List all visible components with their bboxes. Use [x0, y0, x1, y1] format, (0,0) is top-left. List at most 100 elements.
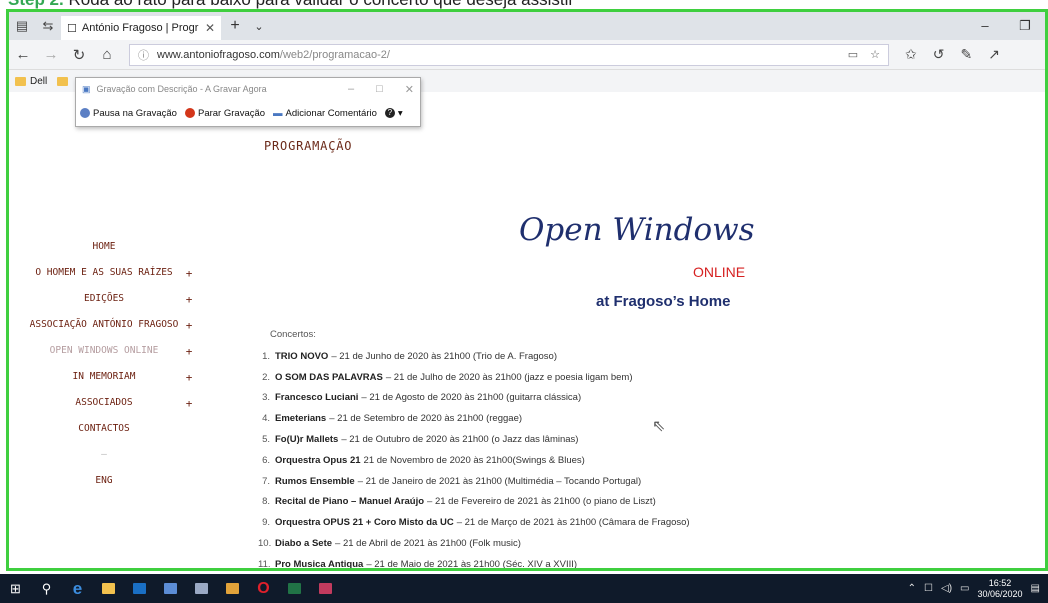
- concert-name[interactable]: Rumos Ensemble: [275, 476, 355, 487]
- expand-plus-icon[interactable]: +: [179, 293, 199, 306]
- fragoso-home-label: at Fragoso’s Home: [596, 293, 731, 310]
- concert-item[interactable]: 10. Diabo a Sete – 21 de Abril de 2021 às …: [258, 533, 758, 554]
- menu-item[interactable]: –: [29, 442, 209, 468]
- concert-item[interactable]: 7. Rumos Ensemble – 21 de Janeiro de 2021 …: [258, 471, 758, 492]
- concert-name[interactable]: Orquestra OPUS 21 + Coro Misto da UC: [275, 517, 454, 528]
- concert-number: 4.: [262, 413, 270, 425]
- add-comment-button[interactable]: ▬ Adicionar Comentário: [273, 108, 377, 119]
- concert-name[interactable]: Fo(U)r Mallets: [275, 434, 338, 445]
- network-icon[interactable]: ☐: [924, 583, 933, 594]
- menu-item-label: OPEN WINDOWS ONLINE: [49, 345, 159, 356]
- action-center-icon[interactable]: ▤: [1031, 583, 1040, 594]
- menu-item[interactable]: OPEN WINDOWS ONLINE +: [29, 338, 209, 364]
- menu-item-label: O HOMEM E AS SUAS RAÍZES: [35, 267, 173, 278]
- concert-number: 7.: [262, 475, 270, 487]
- expand-plus-icon[interactable]: +: [179, 371, 199, 384]
- concert-details: – 21 de Outubro de 2020 às 21h00 (o Jazz…: [341, 434, 579, 446]
- concert-item[interactable]: 3. Francesco Luciani – 21 de Agosto de 202…: [258, 388, 758, 409]
- menu-item[interactable]: ENG: [29, 468, 209, 494]
- concert-item[interactable]: 9. Orquestra OPUS 21 + Coro Misto da UC – …: [258, 512, 758, 533]
- clock[interactable]: 16:52 30/06/2020: [978, 578, 1023, 600]
- concert-item[interactable]: 1. TRIO NOVO – 21 de Junho de 2020 às 21h0…: [258, 346, 758, 367]
- new-tab-button[interactable]: +: [221, 17, 249, 35]
- chevron-up-icon[interactable]: ⌃: [908, 583, 916, 594]
- calendar-icon[interactable]: [310, 574, 341, 603]
- expand-plus-icon[interactable]: +: [179, 345, 199, 358]
- favorite-dell[interactable]: Dell: [30, 76, 47, 87]
- menu-item[interactable]: HOME: [29, 234, 209, 260]
- concert-name[interactable]: Orquestra Opus 21: [275, 455, 361, 466]
- stop-recording-button[interactable]: Parar Gravação: [184, 107, 266, 119]
- tab-actions-icon[interactable]: ▤: [9, 12, 35, 40]
- forward-button[interactable]: →: [37, 46, 65, 63]
- windows-start-icon[interactable]: ⊞: [0, 574, 31, 603]
- clock-time: 16:52: [988, 577, 1012, 588]
- help-icon: ?: [384, 108, 395, 118]
- back-button[interactable]: ←: [9, 46, 37, 63]
- stop-label: Parar Gravação: [197, 107, 266, 119]
- search-icon[interactable]: ⚲: [31, 574, 62, 603]
- excel-icon[interactable]: [279, 574, 310, 603]
- edge-icon[interactable]: e: [62, 574, 93, 603]
- concert-name[interactable]: Francesco Luciani: [275, 392, 358, 403]
- favorite-star-icon[interactable]: ☆: [870, 48, 880, 61]
- expand-plus-icon[interactable]: +: [179, 267, 199, 280]
- concert-item[interactable]: 4. Emeterians – 21 de Setembro de 2020 às …: [258, 408, 758, 429]
- concert-item[interactable]: 5. Fo(U)r Mallets – 21 de Outubro de 2020 …: [258, 429, 758, 450]
- concert-name[interactable]: Emeterians: [275, 413, 326, 424]
- outlook-icon[interactable]: [124, 574, 155, 603]
- concert-item[interactable]: 8. Recital de Piano – Manuel Araújo – 21 d…: [258, 492, 758, 513]
- concert-name[interactable]: Pro Musica Antiqua: [275, 559, 363, 568]
- home-button[interactable]: ⌂: [93, 46, 121, 63]
- close-tab-icon[interactable]: ✕: [205, 21, 215, 35]
- chevron-down-icon[interactable]: ⌄: [249, 20, 269, 33]
- recorder-maximize[interactable]: □: [376, 83, 383, 96]
- system-tray: ⌃ ☐ ◁) ▭ 16:52 30/06/2020 ▤: [908, 578, 1048, 600]
- app-icon[interactable]: [186, 574, 217, 603]
- recorder-close[interactable]: ✕: [405, 83, 414, 96]
- help-button[interactable]: ? ▾: [384, 108, 403, 119]
- stop-icon: [184, 108, 195, 118]
- address-bar-row: ← → ↻ ⌂ ⓘ www.antoniofragoso.com /web2/p…: [9, 40, 1045, 70]
- refresh-button[interactable]: ↻: [65, 46, 93, 64]
- concert-details: 21 de Novembro de 2020 às 21h00(Swings &…: [363, 454, 585, 466]
- menu-item-label: CONTACTOS: [78, 423, 130, 434]
- pause-recording-button[interactable]: Pausa na Gravação: [80, 108, 177, 119]
- history-icon[interactable]: ↺: [933, 46, 945, 63]
- step-banner: Step 2. Rodá ao rato para baixo para val…: [0, 0, 1048, 9]
- concert-name[interactable]: Recital de Piano – Manuel Araújo: [275, 496, 424, 507]
- concert-details: – 21 de Março de 2021 às 21h00 (Câmara d…: [456, 517, 690, 529]
- browser-tab[interactable]: ☐ António Fragoso | Progr ✕: [61, 16, 221, 40]
- pen-icon[interactable]: ✎: [960, 46, 972, 63]
- tab-aside-icon[interactable]: ⇆: [35, 12, 61, 40]
- reading-view-icon[interactable]: ▭: [848, 48, 858, 61]
- mouse-pointer-icon: ⇖: [652, 418, 666, 435]
- share-icon[interactable]: ↗: [988, 46, 1000, 63]
- menu-item[interactable]: ASSOCIADOS +: [29, 390, 209, 416]
- expand-plus-icon[interactable]: +: [179, 397, 199, 410]
- concert-name[interactable]: TRIO NOVO: [275, 351, 328, 362]
- concert-item[interactable]: 11. Pro Musica Antiqua – 21 de Maio de 202…: [258, 554, 758, 568]
- address-input[interactable]: ⓘ www.antoniofragoso.com /web2/programac…: [129, 43, 889, 66]
- concert-item[interactable]: 2. O SOM DAS PALAVRAS – 21 de Julho de 202…: [258, 367, 758, 388]
- expand-plus-icon[interactable]: +: [179, 319, 199, 332]
- menu-item[interactable]: EDIÇÕES +: [29, 286, 209, 312]
- menu-item[interactable]: ASSOCIAÇÃO ANTÓNIO FRAGOSO +: [29, 312, 209, 338]
- app-icon[interactable]: [155, 574, 186, 603]
- file-explorer-icon[interactable]: [93, 574, 124, 603]
- opera-icon[interactable]: O: [248, 574, 279, 603]
- menu-item[interactable]: O HOMEM E AS SUAS RAÍZES +: [29, 260, 209, 286]
- restore-button[interactable]: ❐: [1005, 18, 1045, 34]
- minimize-button[interactable]: –: [965, 18, 1005, 34]
- menu-item-label: EDIÇÕES: [83, 293, 125, 304]
- concert-name[interactable]: O SOM DAS PALAVRAS: [275, 372, 383, 383]
- favorites-icon[interactable]: ✩: [905, 46, 917, 63]
- recorder-minimize[interactable]: –: [348, 83, 354, 96]
- concert-item[interactable]: 6. Orquestra Opus 21 21 de Novembro de 202…: [258, 450, 758, 471]
- menu-item[interactable]: CONTACTOS: [29, 416, 209, 442]
- notification-icon[interactable]: ▭: [960, 583, 969, 594]
- menu-item[interactable]: IN MEMORIAM +: [29, 364, 209, 390]
- concert-name[interactable]: Diabo a Sete: [275, 538, 332, 549]
- volume-icon[interactable]: ◁): [941, 583, 952, 594]
- paint-icon[interactable]: [217, 574, 248, 603]
